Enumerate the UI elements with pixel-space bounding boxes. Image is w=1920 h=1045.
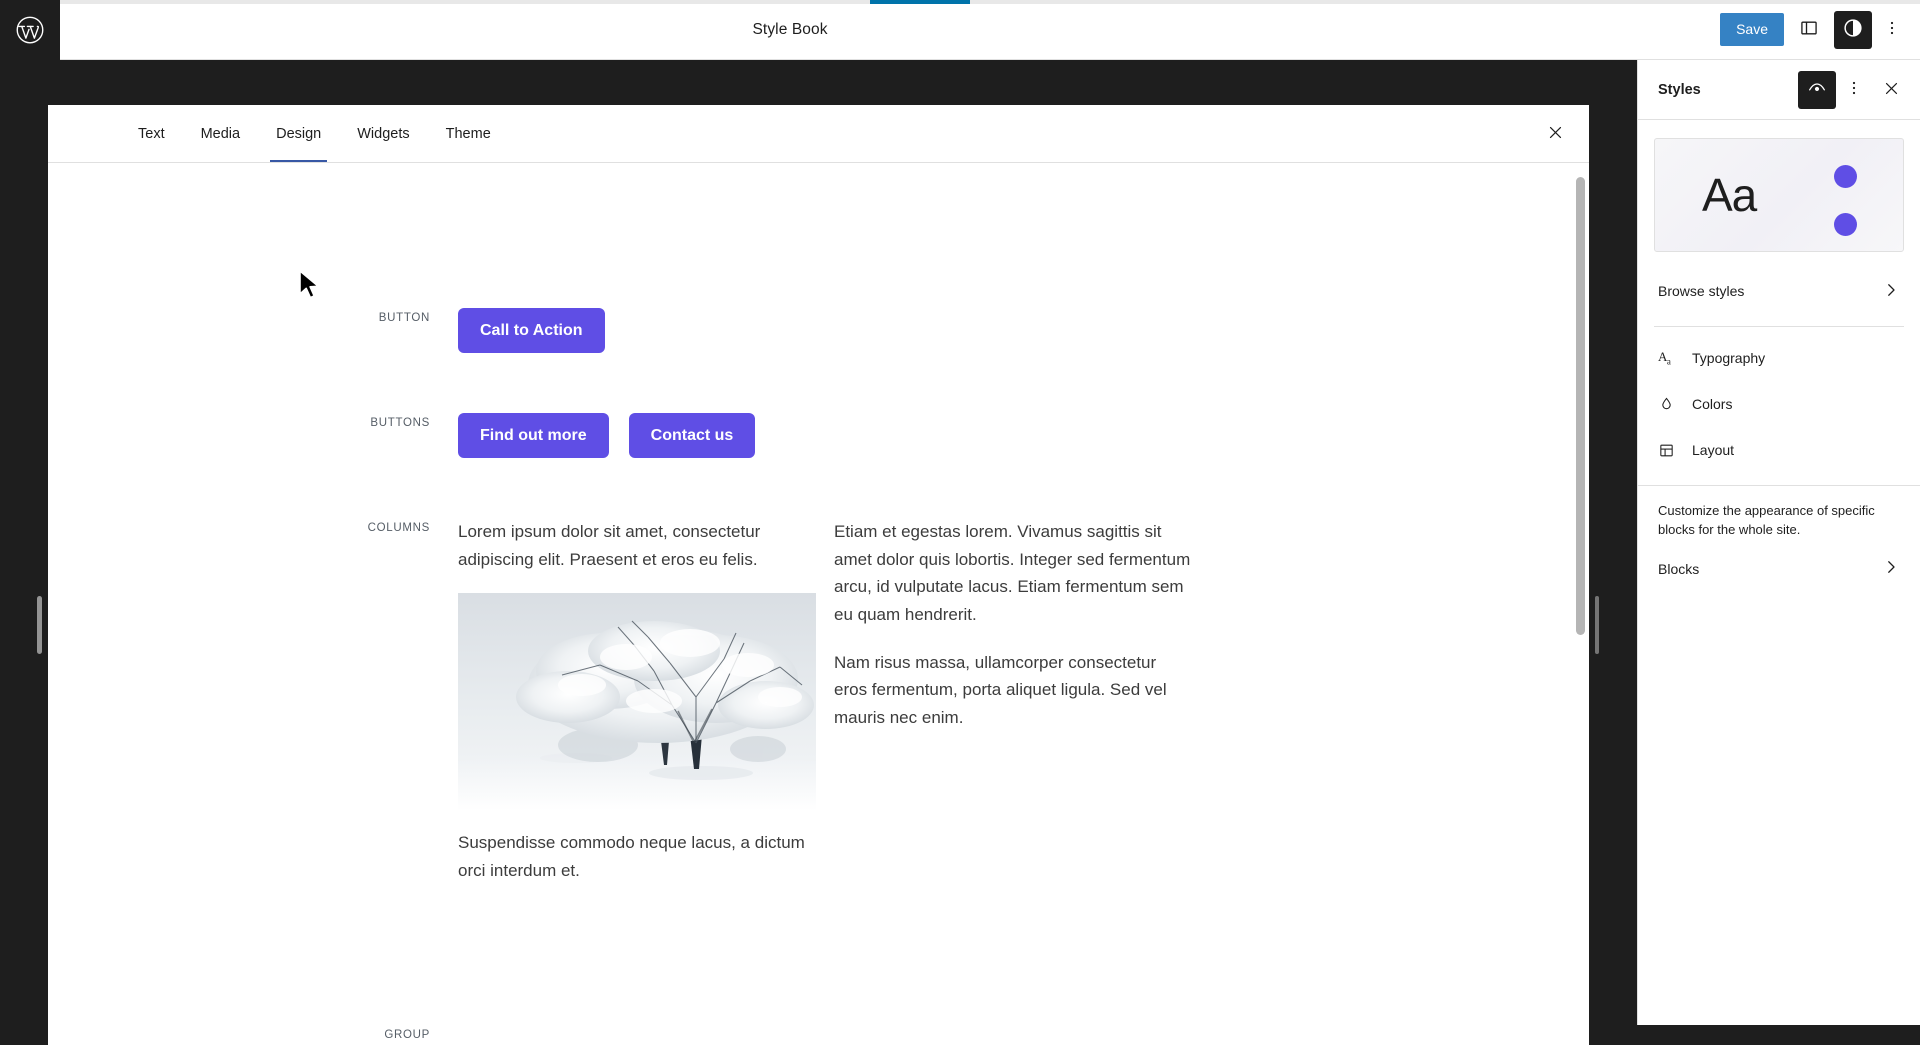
column-left-caption: Suspendisse commodo neque lacus, a dictu… [458, 829, 816, 884]
sidebar-item-typography[interactable]: Aa Typography [1646, 335, 1912, 381]
example-label-columns: COLUMNS [48, 518, 458, 904]
editor-canvas: Text Media Design Widgets Theme BUTTON [0, 60, 1637, 1025]
column-left: Lorem ipsum dolor sit amet, consectetur … [458, 518, 816, 904]
sidebar-item-label: Layout [1692, 442, 1900, 458]
style-book-scroll-region: BUTTON Call to Action BUTTONS Find out m… [48, 163, 1589, 1045]
tab-text[interactable]: Text [120, 105, 183, 162]
column-left-paragraph: Lorem ipsum dolor sit amet, consectetur … [458, 518, 816, 573]
style-book-body: BUTTON Call to Action BUTTONS Find out m… [48, 163, 1589, 1045]
example-buttons-content: Find out more Contact us [458, 413, 1589, 458]
column-right-paragraph-2: Nam risus massa, ullamcorper consectetur… [834, 649, 1192, 732]
close-icon [1547, 124, 1564, 144]
contact-us-button[interactable]: Contact us [629, 413, 756, 458]
close-styles-sidebar-button[interactable] [1872, 71, 1910, 109]
chevron-right-icon [1882, 281, 1900, 302]
three-dots-vertical-icon [1845, 79, 1863, 100]
loading-progress-fill [870, 0, 970, 4]
layout-panel-icon [1658, 442, 1682, 459]
example-group-content: One. [458, 1025, 1589, 1045]
example-button-content: Call to Action [458, 308, 1589, 353]
style-preview-card[interactable]: Aa [1654, 138, 1904, 252]
styles-toggle-button[interactable] [1834, 11, 1872, 49]
snow-covered-tree-photo [458, 593, 816, 811]
style-book-panel: Text Media Design Widgets Theme BUTTON [48, 105, 1589, 1045]
top-toolbar: Style Book Save [0, 0, 1920, 60]
sidebar-item-blocks[interactable]: Blocks [1646, 546, 1912, 592]
find-out-more-button[interactable]: Find out more [458, 413, 609, 458]
wordpress-logo-icon [15, 15, 45, 45]
call-to-action-button[interactable]: Call to Action [458, 308, 605, 353]
typography-aa-icon: Aa [1658, 350, 1682, 367]
top-toolbar-actions: Save [1720, 11, 1920, 49]
sidebar-toggle-button[interactable] [1790, 11, 1828, 49]
palette-swatch-primary [1834, 165, 1857, 188]
example-buttons-row: BUTTONS Find out more Contact us [48, 413, 1589, 458]
more-options-button[interactable] [1878, 11, 1906, 49]
save-button[interactable]: Save [1720, 13, 1784, 46]
three-dots-vertical-icon [1883, 19, 1901, 40]
blocks-label: Blocks [1658, 561, 1882, 577]
close-icon [1883, 80, 1900, 100]
wordpress-logo-button[interactable] [0, 0, 60, 60]
buttons-group: Find out more Contact us [458, 413, 1529, 458]
styles-sidebar: Styles Aa [1637, 60, 1920, 1025]
blocks-description: Customize the appearance of specific blo… [1638, 486, 1920, 546]
example-label-buttons: BUTTONS [48, 413, 458, 458]
styles-panel-title: Styles [1658, 82, 1794, 98]
sidebar-item-layout[interactable]: Layout [1646, 427, 1912, 473]
tab-media[interactable]: Media [183, 105, 259, 162]
loading-progress-track [60, 0, 1920, 4]
column-right-paragraph-1: Etiam et egestas lorem. Vivamus sagittis… [834, 518, 1192, 628]
close-style-book-button[interactable] [1537, 116, 1573, 152]
page-title: Style Book [60, 21, 1520, 39]
color-droplet-icon [1658, 396, 1682, 413]
chevron-right-icon [1882, 558, 1900, 579]
example-label-group: GROUP [48, 1025, 458, 1045]
sidebar-item-label: Typography [1692, 350, 1900, 366]
palette-swatch-secondary [1834, 213, 1857, 236]
browse-styles-label: Browse styles [1658, 283, 1882, 299]
styles-more-options-button[interactable] [1840, 71, 1868, 109]
contrast-styles-icon [1842, 17, 1864, 42]
eye-style-preview-icon [1807, 78, 1827, 101]
tree-illustration-icon [458, 593, 816, 811]
tab-theme[interactable]: Theme [428, 105, 509, 162]
tab-widgets[interactable]: Widgets [339, 105, 427, 162]
typography-preview-sample: Aa [1702, 168, 1756, 222]
example-columns-row: COLUMNS Lorem ipsum dolor sit amet, cons… [48, 518, 1589, 904]
sidebar-divider [1654, 326, 1904, 327]
column-right: Etiam et egestas lorem. Vivamus sagittis… [834, 518, 1192, 904]
sidebar-item-label: Colors [1692, 396, 1900, 412]
canvas-resize-handle-left[interactable] [37, 596, 42, 654]
style-preview-toggle-button[interactable] [1798, 71, 1836, 109]
canvas-resize-handle-right[interactable] [1595, 596, 1599, 654]
example-columns-content: Lorem ipsum dolor sit amet, consectetur … [458, 518, 1589, 904]
sidebar-item-colors[interactable]: Colors [1646, 381, 1912, 427]
example-group-row: GROUP One. [48, 1025, 1589, 1045]
sidebar-toggle-icon [1799, 18, 1819, 41]
stylebook-scrollbar-thumb[interactable] [1576, 177, 1585, 635]
styles-sidebar-header: Styles [1638, 60, 1920, 120]
example-button-row: BUTTON Call to Action [48, 308, 1589, 353]
columns-container: Lorem ipsum dolor sit amet, consectetur … [458, 518, 1529, 904]
tab-design[interactable]: Design [258, 105, 339, 162]
group-block: One. [458, 1025, 1529, 1045]
style-book-tablist: Text Media Design Widgets Theme [48, 105, 1589, 163]
example-label-button: BUTTON [48, 308, 458, 353]
browse-styles-item[interactable]: Browse styles [1646, 268, 1912, 314]
